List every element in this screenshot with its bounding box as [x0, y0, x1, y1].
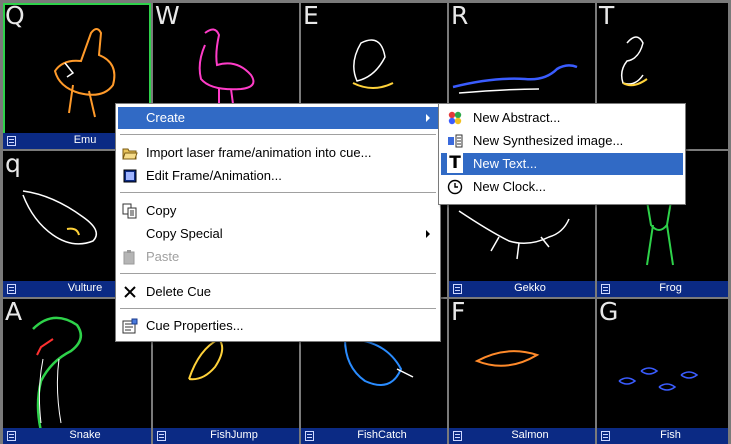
film-icon	[453, 284, 462, 294]
film-icon	[157, 431, 166, 441]
menu-item-label: Paste	[146, 249, 180, 264]
menu-separator	[120, 308, 436, 310]
menu-separator	[120, 192, 436, 194]
menu-item-cue-properties[interactable]: Cue Properties...	[118, 315, 438, 337]
cue-tile-salmon[interactable]: F Salmon	[449, 299, 595, 444]
menu-item-copy[interactable]: Copy	[118, 200, 438, 222]
synthesized-image-icon	[448, 134, 463, 148]
menu-item-label: Create	[146, 110, 186, 125]
cue-label-bar: FishJump	[153, 428, 299, 444]
menu-item-delete-cue[interactable]: Delete Cue	[118, 281, 438, 303]
open-folder-icon	[122, 148, 138, 160]
cue-name: FishCatch	[357, 429, 407, 441]
clock-icon	[447, 179, 463, 195]
create-submenu: New Abstract... New Synthesized image...…	[438, 103, 686, 205]
delete-x-icon	[124, 286, 136, 298]
menu-item-label: Copy	[146, 203, 177, 218]
fish-school-image	[618, 367, 699, 391]
menu-item-paste[interactable]: Paste	[118, 246, 438, 268]
menu-item-edit-frame[interactable]: Edit Frame/Animation...	[118, 165, 438, 187]
menu-separator	[120, 134, 436, 136]
cue-label-bar: Frog	[597, 281, 728, 297]
film-icon	[601, 431, 610, 441]
salmon-image	[474, 350, 540, 367]
film-frame-icon	[123, 169, 137, 183]
submenu-arrow-icon	[426, 230, 430, 238]
text-t-icon: T	[447, 153, 463, 173]
menu-item-import[interactable]: Import laser frame/animation into cue...	[118, 142, 438, 164]
menu-item-label: New Synthesized image...	[473, 133, 624, 148]
film-icon	[7, 284, 16, 294]
menu-item-new-abstract[interactable]: New Abstract...	[441, 107, 683, 129]
cue-label-bar: Salmon	[449, 428, 595, 444]
copy-icon	[122, 203, 137, 219]
menu-item-label: Delete Cue	[146, 284, 212, 299]
cue-label-bar: Snake	[3, 428, 151, 444]
menu-item-label: Copy Special	[146, 226, 223, 241]
menu-item-label: Cue Properties...	[146, 318, 244, 333]
menu-item-new-clock[interactable]: New Clock...	[441, 176, 683, 198]
properties-icon	[122, 318, 138, 334]
submenu-arrow-icon	[426, 114, 430, 122]
abstract-icon	[448, 111, 462, 125]
menu-separator	[120, 273, 436, 275]
menu-item-label: New Text...	[473, 156, 538, 171]
cue-name: Salmon	[511, 429, 549, 441]
cue-name: Frog	[659, 282, 682, 294]
film-icon	[453, 431, 462, 441]
menu-item-new-text[interactable]: T New Text...	[441, 153, 683, 175]
menu-item-copy-special[interactable]: Copy Special	[118, 223, 438, 245]
cue-name: Snake	[69, 429, 101, 441]
paste-icon	[123, 250, 135, 265]
menu-item-create[interactable]: Create	[118, 107, 438, 129]
menu-item-label: New Abstract...	[473, 110, 561, 125]
film-icon	[7, 136, 16, 146]
cue-label-bar: Gekko	[449, 281, 595, 297]
menu-item-label: New Clock...	[473, 179, 546, 194]
cue-tile-fish[interactable]: G Fish	[597, 299, 728, 444]
menu-item-new-synthesized[interactable]: New Synthesized image...	[441, 130, 683, 152]
cue-label-bar: FishCatch	[301, 428, 447, 444]
film-icon	[601, 284, 610, 294]
cue-name: Gekko	[514, 282, 546, 294]
cue-context-menu: Create Import laser frame/animation into…	[115, 103, 441, 342]
cue-name: FishJump	[210, 429, 258, 441]
menu-item-label: Import laser frame/animation into cue...	[146, 145, 372, 160]
cue-label-bar: Fish	[597, 428, 728, 444]
film-icon	[7, 431, 16, 441]
menu-item-label: Edit Frame/Animation...	[146, 168, 282, 183]
cue-name: Fish	[660, 429, 681, 441]
film-icon	[305, 431, 314, 441]
